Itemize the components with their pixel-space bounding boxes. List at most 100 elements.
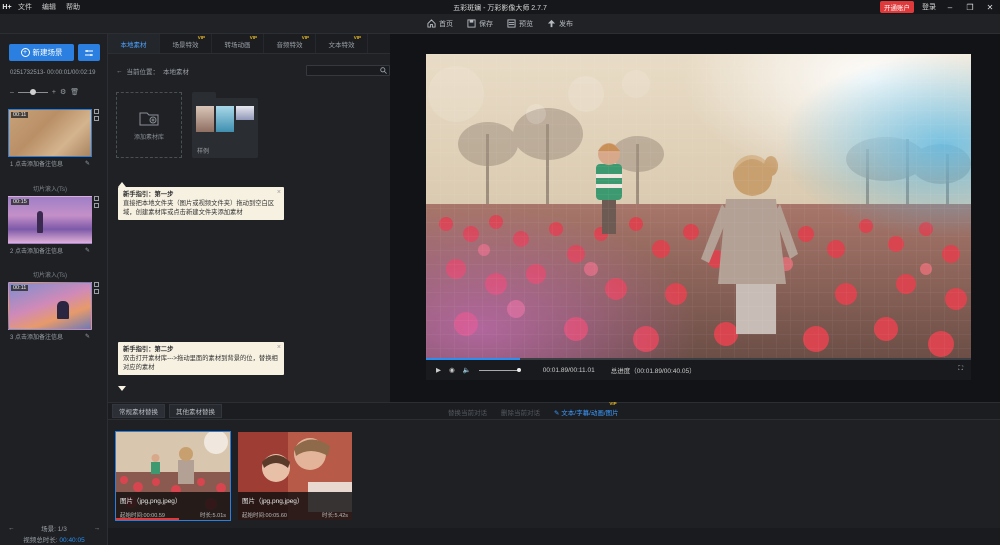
sliders-icon: [85, 49, 93, 56]
back-arrow-icon[interactable]: ←: [116, 68, 123, 75]
scene-info: 0251732513- 00:00:01/00:02:19: [10, 70, 96, 76]
volume-icon[interactable]: 🔈: [463, 366, 471, 374]
delete-icon[interactable]: [94, 203, 99, 208]
tip-title: 新手指引：第一步: [123, 191, 174, 198]
add-material-library-button[interactable]: 添加素材库: [116, 92, 182, 158]
tip-title: 新手指引：第二步: [123, 346, 174, 353]
scene-transition[interactable]: 切片滚入(Ts): [8, 184, 92, 193]
scene-card-2[interactable]: 00:15 2 点击添加备注信息 ✎: [8, 196, 99, 256]
dialog-actions: 替换当前对话 删除当前对话 ✎ 文本/字幕/动画/图片 VIP: [448, 401, 619, 417]
menu-file[interactable]: 文件: [18, 2, 32, 12]
plus-icon: +: [20, 48, 30, 57]
login-button[interactable]: 登录: [922, 2, 936, 12]
progress-track[interactable]: [426, 358, 971, 360]
volume-slider[interactable]: [478, 367, 521, 372]
text-subtitle-label: 文本/字幕/动画/图片: [561, 410, 619, 417]
search-input[interactable]: [306, 65, 390, 76]
vip-badge: VIP: [197, 35, 205, 40]
scene-card-1[interactable]: 00:11 1 点击添加备注信息 ✎: [8, 109, 99, 169]
search-icon: [380, 67, 387, 74]
preview-button[interactable]: 预览: [507, 19, 533, 29]
publish-label: 发布: [559, 20, 573, 28]
scene-side-actions: [94, 282, 99, 294]
minimize-icon[interactable]: –: [944, 3, 956, 12]
scene-duration: 00:11: [11, 112, 29, 118]
material-panel: 本地素材 场景特效 VIP 转场动画 VIP 音频特效 VIP 文本特效 VIP ← 当…: [108, 34, 390, 402]
publish-button[interactable]: 发布: [547, 19, 573, 29]
scene-transition[interactable]: 切片滚入(Ts): [8, 270, 92, 279]
replace-tab-bar: 常规素材替换 其他素材替换 替换当前对话 删除当前对话 ✎ 文本/字幕/动画/图…: [108, 401, 1000, 420]
tab-local-material[interactable]: 本地素材: [108, 34, 160, 53]
trash-icon[interactable]: 🗑: [70, 88, 79, 96]
folder-preview-image: [216, 106, 234, 132]
copy-icon[interactable]: [94, 109, 99, 114]
sample-folder[interactable]: 样例: [192, 98, 258, 158]
copy-icon[interactable]: [94, 282, 99, 287]
save-button[interactable]: 保存: [467, 19, 493, 29]
gear-icon[interactable]: ⚙: [60, 88, 66, 96]
home-button[interactable]: 首页: [427, 19, 453, 29]
replace-progress-bar: [116, 518, 179, 520]
close-icon[interactable]: ×: [277, 343, 281, 352]
save-label: 保存: [479, 20, 493, 28]
video-preview[interactable]: [426, 54, 971, 360]
replace-dialog-button[interactable]: 替换当前对话: [448, 407, 487, 417]
zoom-slider[interactable]: [17, 88, 48, 95]
tab-label: 音频特效: [276, 41, 303, 49]
zoom-in-icon[interactable]: +: [52, 89, 56, 96]
status-bar: [108, 528, 1000, 545]
folder-name: 样例: [197, 149, 210, 155]
replace-card-1[interactable]: 图片（jpg,png,jpeg） 起始时间:00:00.59 时长:5.01s: [115, 431, 231, 521]
edit-icon[interactable]: ✎: [85, 160, 90, 167]
tab-transitions[interactable]: 转场动画 VIP: [212, 34, 264, 53]
camera-icon[interactable]: ◉: [449, 366, 455, 374]
next-scene-icon[interactable]: →: [94, 525, 101, 532]
title-bar: H+ 文件 编辑 帮助 五彩斑斓 - 万彩影像大师 2.7.7 开通账户 登录 …: [0, 0, 1000, 14]
total-duration: 视频总时长: 00:40:05: [0, 534, 108, 544]
close-icon[interactable]: ✕: [984, 3, 996, 12]
new-scene-button[interactable]: + 新建场景: [9, 44, 74, 61]
open-account-button[interactable]: 开通账户: [880, 1, 914, 13]
tab-text-effects[interactable]: 文本特效 VIP: [316, 34, 368, 53]
replace-type: 图片（jpg,png,jpeg）: [242, 498, 304, 505]
menu-edit[interactable]: 编辑: [42, 2, 56, 12]
edit-icon[interactable]: ✎: [85, 333, 90, 340]
scene-thumbnail[interactable]: 00:11: [8, 109, 92, 157]
tab-label: 转场动画: [224, 41, 251, 49]
prev-scene-icon[interactable]: ←: [8, 525, 15, 532]
vip-badge: VIP: [301, 35, 309, 40]
replace-card-2[interactable]: 图片（jpg,png,jpeg） 起始时间:00:05.60 时长:5.42s: [237, 431, 353, 521]
folder-preview-image: [236, 106, 254, 120]
maximize-icon[interactable]: ❐: [964, 3, 976, 12]
scene-caption[interactable]: 2 点击添加备注信息 ✎: [8, 244, 92, 256]
copy-icon[interactable]: [94, 196, 99, 201]
progress-fill: [426, 358, 520, 360]
vip-badge: VIP: [609, 401, 617, 406]
delete-dialog-button[interactable]: 删除当前对话: [501, 407, 540, 417]
tab-audio-effects[interactable]: 音频特效 VIP: [264, 34, 316, 53]
replace-duration: 时长:5.01s: [200, 513, 226, 519]
tab-label: 文本特效: [328, 41, 355, 49]
tab-other-replace[interactable]: 其他素材替换: [169, 404, 222, 418]
scene-settings-button[interactable]: [78, 44, 100, 61]
menu-help[interactable]: 帮助: [66, 2, 80, 12]
scene-duration: 00:11: [11, 285, 29, 291]
tab-regular-replace[interactable]: 常规素材替换: [112, 404, 165, 418]
tab-label: 本地素材: [120, 41, 147, 49]
fullscreen-icon[interactable]: ⛶: [958, 365, 963, 373]
scene-caption[interactable]: 3 点击添加备注信息 ✎: [8, 330, 92, 342]
folder-preview-image: [196, 106, 214, 132]
text-subtitle-button[interactable]: ✎ 文本/字幕/动画/图片 VIP: [554, 401, 619, 417]
scene-side-actions: [94, 196, 99, 208]
tab-scene-effects[interactable]: 场景特效 VIP: [160, 34, 212, 53]
edit-icon[interactable]: ✎: [85, 247, 90, 254]
scene-thumbnail[interactable]: 00:15: [8, 196, 92, 244]
play-icon[interactable]: ▶: [436, 366, 441, 374]
scene-card-3[interactable]: 00:11 3 点击添加备注信息 ✎: [8, 282, 99, 342]
zoom-out-icon[interactable]: –: [10, 89, 14, 96]
close-icon[interactable]: ×: [277, 188, 281, 197]
scene-caption[interactable]: 1 点击添加备注信息 ✎: [8, 157, 92, 169]
scene-thumbnail[interactable]: 00:11: [8, 282, 92, 330]
delete-icon[interactable]: [94, 289, 99, 294]
delete-icon[interactable]: [94, 116, 99, 121]
